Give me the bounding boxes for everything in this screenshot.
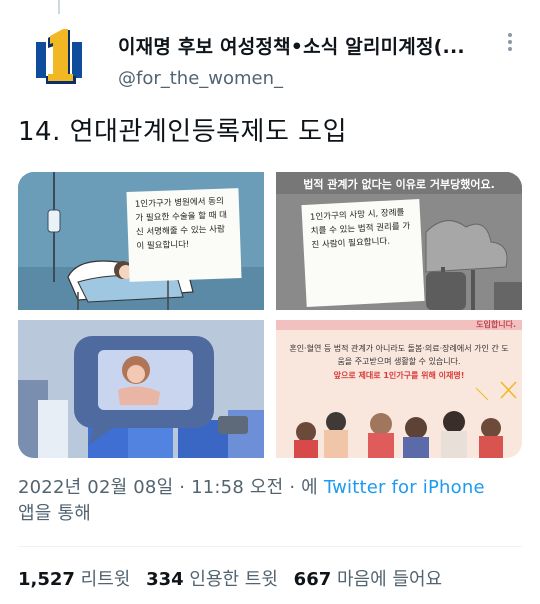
more-options-button[interactable] xyxy=(500,30,520,54)
tile4-body: 혼인·혈연 등 법적 관계가 아니라도 돌봄·의료·장례에서 가인 간 도움을 … xyxy=(289,344,509,366)
likes-stat[interactable]: 667 마음에 들어요 xyxy=(294,569,442,590)
tile2-note: 1인가구의 사망 시, 장례를 치를 수 있는 법적 권리를 가진 사람이 필요… xyxy=(301,198,425,308)
more-vertical-icon-dot xyxy=(508,47,512,51)
retweets-stat[interactable]: 1,527 리트윗 xyxy=(18,569,130,590)
quotes-stat[interactable]: 334 인용한 트윗 xyxy=(146,569,278,590)
more-vertical-icon xyxy=(508,33,512,37)
media-image-2[interactable]: 법적 관계가 없다는 이유로 거부당했어요. 1인가구의 사망 시, 장례를 치… xyxy=(276,172,522,310)
divider xyxy=(18,546,522,547)
media-grid: 1인가구가 병원에서 동의가 필요한 수술을 할 때 대신 서명해줄 수 있는 … xyxy=(18,172,522,458)
likes-label: 마음에 들어요 xyxy=(336,569,443,590)
timestamp-date[interactable]: 2022년 02월 08일 · 11:58 오전 · 에 xyxy=(18,477,324,498)
avatar[interactable] xyxy=(36,28,82,86)
more-vertical-icon-dot xyxy=(508,40,512,44)
source-link[interactable]: Twitter for iPhone xyxy=(324,477,485,498)
timestamp-suffix: 앱을 통해 xyxy=(18,503,91,524)
tweet-header: 이재명 후보 여성정책•소식 알리미계정(... @for_the_women_ xyxy=(0,0,540,100)
likes-count: 667 xyxy=(293,569,332,590)
quotes-count: 334 xyxy=(146,569,184,590)
engagement-stats: 1,527 리트윗 334 인용한 트윗 667 마음에 들어요 xyxy=(18,565,452,591)
media-image-1[interactable]: 1인가구가 병원에서 동의가 필요한 수술을 할 때 대신 서명해줄 수 있는 … xyxy=(18,172,264,310)
tile4-banner: 도입합니다. xyxy=(276,320,522,330)
tile4-highlight: 앞으로 제대로 1인가구를 위해 이재명! xyxy=(333,371,465,380)
media-image-4[interactable]: 도입합니다. 혼인·혈연 등 법적 관계가 아니라도 돌봄·의료·장례에서 가인… xyxy=(276,320,522,458)
tile2-caption: 법적 관계가 없다는 이유로 거부당했어요. xyxy=(303,178,495,191)
quotes-label: 인용한 트윗 xyxy=(189,569,278,590)
media-image-3[interactable] xyxy=(18,320,264,458)
retweets-count: 1,527 xyxy=(18,569,75,590)
retweets-label: 리트윗 xyxy=(80,569,131,590)
tile1-note: 1인가구가 병원에서 동의가 필요한 수술을 할 때 대신 서명해줄 수 있는 … xyxy=(126,188,242,282)
tweet-timestamp: 2022년 02월 08일 · 11:58 오전 · 에 Twitter for… xyxy=(18,475,518,527)
author-display-name[interactable]: 이재명 후보 여성정책•소식 알리미계정(... xyxy=(118,32,478,59)
people-celebration-illustration xyxy=(276,320,522,458)
number-one-logo-icon xyxy=(36,29,82,84)
night-bedroom-illustration xyxy=(18,320,264,458)
author-block[interactable]: 이재명 후보 여성정책•소식 알리미계정(... @for_the_women_ xyxy=(118,32,478,89)
author-handle[interactable]: @for_the_women_ xyxy=(118,68,478,89)
tweet-text: 14. 연대관계인등록제도 도입 xyxy=(18,117,347,147)
